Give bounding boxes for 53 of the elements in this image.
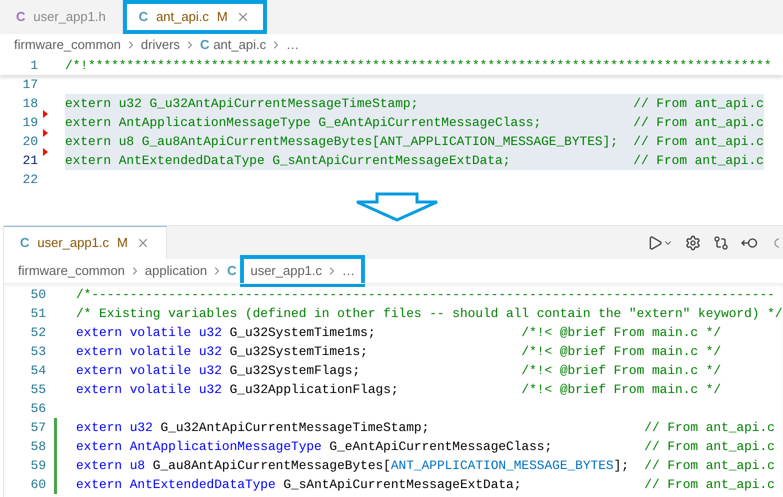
line-number: 59 bbox=[30, 456, 46, 475]
tab-label: ant_api.c bbox=[156, 8, 209, 26]
code-line: extern u8 G_au8AntApiCurrentMessageBytes[ANT_APPLICATION_MESSAGE_BYTES]; // From ant_api.c bbox=[76, 456, 775, 475]
line-number: 55 bbox=[30, 380, 46, 399]
file-type-icon: C bbox=[138, 7, 148, 27]
line-number: 58 bbox=[30, 438, 46, 456]
line-number: 21 bbox=[22, 152, 38, 170]
file-tab[interactable]: C ant_api.c M bbox=[122, 0, 267, 34]
breadcrumb-item[interactable]: firmware_common bbox=[18, 261, 125, 281]
line-number: 53 bbox=[30, 342, 46, 361]
line-number: 52 bbox=[30, 324, 46, 342]
line-number: 17 bbox=[22, 76, 38, 94]
code-line: extern volatile u32 G_u32SystemTime1s; /*!< @brief From main.c */ bbox=[76, 342, 722, 361]
breadcrumb-item[interactable]: drivers bbox=[140, 35, 180, 55]
line-number: 18 bbox=[22, 94, 38, 113]
breadcrumb-item[interactable]: application bbox=[144, 261, 208, 281]
line-number: 57 bbox=[30, 418, 46, 437]
line-number: 1 bbox=[29, 56, 38, 75]
line-number: 56 bbox=[30, 400, 46, 418]
code-line: extern volatile u32 G_u32SystemTime1ms; /*!< @brief From main.c */ bbox=[76, 324, 722, 342]
file-type-icon: C bbox=[227, 261, 236, 281]
breadcrumb-item[interactable]: user_app1.c bbox=[250, 261, 322, 281]
code-line: /* Existing variables (defined in other files -- should all contain the "extern" keyword) */ bbox=[76, 304, 783, 323]
breadcrumb-item[interactable]: … bbox=[342, 261, 356, 281]
code-line: extern AntExtendedDataType G_sAntApiCurrentMessageExtData; // From ant_api.c bbox=[76, 476, 775, 494]
line-number: 60 bbox=[30, 476, 46, 494]
code-line: extern volatile u32 G_u32SystemFlags; /*!< @brief From main.c */ bbox=[76, 362, 722, 380]
modified-indicator: M bbox=[116, 234, 128, 252]
line-number: 51 bbox=[30, 304, 46, 323]
code-line: extern u32 G_u32AntApiCurrentMessageTimeStamp; // From ant_api.c bbox=[76, 418, 775, 437]
play-icon bbox=[647, 234, 663, 250]
code-line: extern volatile u32 G_u32ApplicationFlags; /*!< @brief From main.c */ bbox=[76, 380, 722, 399]
file-tab[interactable]: C user_app1.c M bbox=[4, 226, 167, 259]
breadcrumb-item[interactable]: firmware_common bbox=[14, 35, 121, 55]
gear-icon[interactable] bbox=[685, 234, 701, 250]
tab-label: user_app1.h bbox=[33, 8, 106, 26]
line-number: 50 bbox=[30, 286, 46, 304]
compare-icon[interactable] bbox=[713, 234, 729, 250]
file-type-icon: C bbox=[16, 7, 26, 27]
tab-label: user_app1.c bbox=[37, 234, 109, 252]
code-line: /*----------------------------------------------------------------------------------------- bbox=[76, 286, 775, 304]
line-number: 54 bbox=[30, 362, 46, 380]
file-type-icon: C bbox=[20, 233, 30, 253]
line-number: 20 bbox=[22, 132, 38, 151]
file-type-icon: C bbox=[200, 35, 210, 55]
breadcrumb-item[interactable]: … bbox=[286, 35, 300, 55]
modified-indicator: M bbox=[216, 8, 228, 26]
breadcrumb-item[interactable]: ant_api.c bbox=[213, 35, 266, 55]
code-line: extern AntApplicationMessageType G_eAntApiCurrentMessageClass; // From ant_api.c bbox=[76, 438, 775, 456]
line-number: 19 bbox=[22, 114, 38, 132]
code-line: /*!***************************************************************************************** bbox=[65, 56, 772, 75]
run-debug-button[interactable] bbox=[647, 234, 673, 250]
line-number: 22 bbox=[22, 170, 38, 189]
